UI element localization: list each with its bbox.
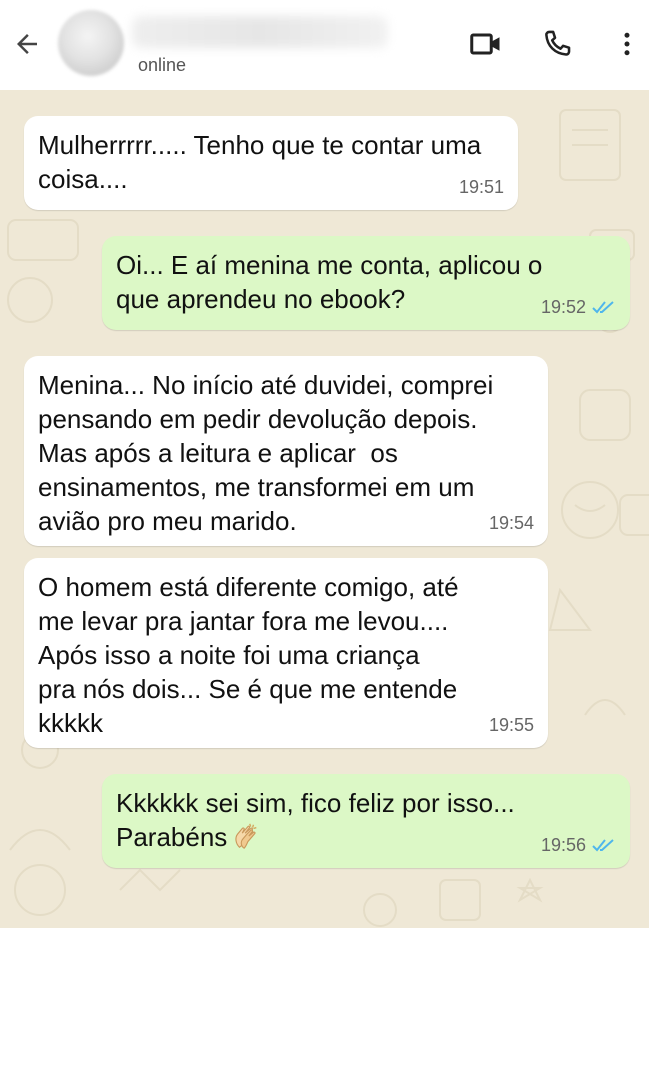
message-bubble-outgoing[interactable]: Oi... E aí menina me conta, aplicou o qu… xyxy=(102,236,630,330)
message-meta: 19:51 xyxy=(459,170,504,204)
message-bubble-incoming[interactable]: Menina... No início até duvidei, comprei… xyxy=(24,356,548,546)
message-text: O homem está diferente comigo, até me le… xyxy=(38,572,459,738)
avatar[interactable] xyxy=(58,10,124,76)
clapping-hands-icon xyxy=(235,823,257,849)
message-time: 19:56 xyxy=(540,835,586,855)
message-time: 19:54 xyxy=(488,513,534,533)
message-bubble-incoming[interactable]: O homem está diferente comigo, até me le… xyxy=(24,558,548,748)
message-bubble-outgoing[interactable]: Kkkkkk sei sim, fico feliz por isso... P… xyxy=(102,774,630,868)
message-text: Mulherrrrr..... Tenho que te contar uma … xyxy=(38,130,482,194)
message-time: 19:55 xyxy=(488,715,534,735)
message-meta: 19:55 xyxy=(489,708,534,742)
message-text-content: Kkkkkk sei sim, fico feliz por isso... P… xyxy=(116,788,515,852)
read-receipt-icon xyxy=(592,839,614,852)
blank-area xyxy=(0,928,649,1087)
message-meta: 19:56 xyxy=(541,828,616,862)
video-call-button[interactable] xyxy=(466,24,506,64)
message-text: Menina... No início até duvidei, comprei… xyxy=(38,370,494,536)
message-time: 19:51 xyxy=(458,177,504,197)
video-camera-icon xyxy=(470,33,500,55)
message-meta: 19:52 xyxy=(541,290,616,324)
voice-call-button[interactable] xyxy=(537,24,577,64)
back-button[interactable] xyxy=(8,25,46,63)
arrow-left-icon xyxy=(17,34,37,54)
contact-name[interactable] xyxy=(132,16,388,48)
more-options-button[interactable] xyxy=(609,24,645,64)
contact-status: online xyxy=(138,55,187,75)
more-vertical-icon xyxy=(624,32,630,56)
read-receipt-icon xyxy=(592,301,614,314)
chat-header: online xyxy=(0,0,649,90)
chat-area[interactable]: Mulherrrrr..... Tenho que te contar uma … xyxy=(0,90,649,928)
phone-icon xyxy=(545,30,571,56)
message-bubble-incoming[interactable]: Mulherrrrr..... Tenho que te contar uma … xyxy=(24,116,518,210)
message-meta: 19:54 xyxy=(489,506,534,540)
message-time: 19:52 xyxy=(540,297,586,317)
